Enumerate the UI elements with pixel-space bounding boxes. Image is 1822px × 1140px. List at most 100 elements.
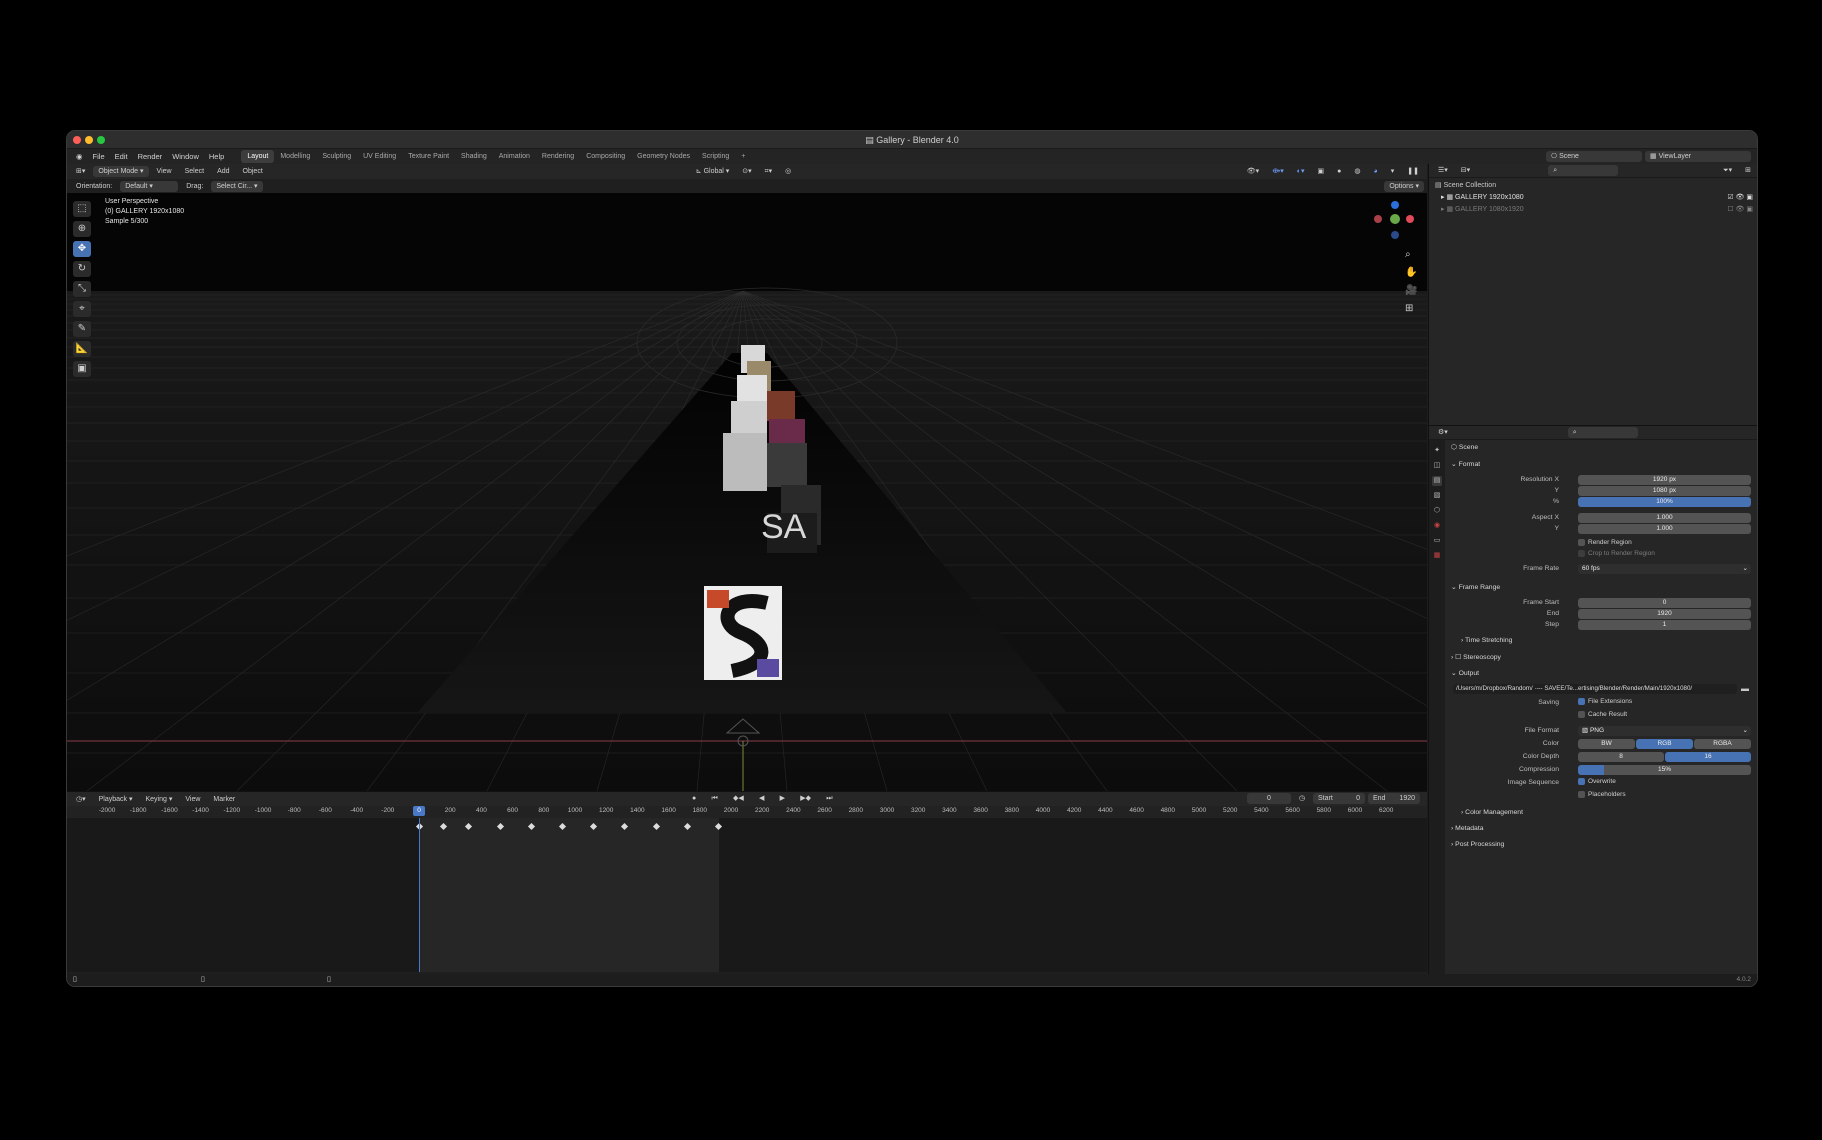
select-tool-icon[interactable]: ⬚ — [73, 201, 91, 217]
section-metadata[interactable]: › Metadata — [1451, 825, 1484, 832]
shading-material-icon[interactable]: ◍ — [1349, 166, 1365, 177]
add-workspace-icon[interactable]: + — [735, 150, 751, 163]
aspect-x-field[interactable]: 1.000 — [1578, 513, 1751, 523]
menu-add[interactable]: Add — [212, 166, 234, 177]
timeline-view-menu[interactable]: View — [180, 794, 205, 805]
world-tab-icon[interactable]: ◉ — [1432, 521, 1442, 531]
scene-tab-icon[interactable]: ⬡ — [1432, 506, 1442, 516]
section-frame-range[interactable]: ⌄ Frame Range — [1451, 583, 1500, 591]
section-format[interactable]: ⌄ Format — [1451, 460, 1480, 468]
output-tab-icon[interactable]: ▤ — [1432, 476, 1442, 486]
menu-window[interactable]: Window — [167, 149, 204, 164]
playhead[interactable] — [419, 818, 420, 972]
section-time-stretching[interactable]: › Time Stretching — [1461, 637, 1512, 644]
file-extensions-checkbox[interactable] — [1578, 698, 1585, 705]
jump-start-icon[interactable]: ⏮ — [706, 795, 722, 802]
properties-search-input[interactable]: ⌕ — [1567, 427, 1638, 438]
frame-rate-dropdown[interactable]: 60 fps ⌄ — [1578, 564, 1751, 574]
file-format-dropdown[interactable]: ▧ PNG ⌄ — [1578, 726, 1751, 736]
measure-tool-icon[interactable]: 📐 — [73, 341, 91, 357]
tab-layout[interactable]: Layout — [241, 150, 275, 163]
tab-rendering[interactable]: Rendering — [536, 150, 580, 163]
outliner-scene-collection[interactable]: ▤ Scene Collection — [1435, 180, 1753, 192]
resolution-x-field[interactable]: 1920 px — [1578, 475, 1751, 485]
tab-animation[interactable]: Animation — [493, 150, 536, 163]
snap-icon[interactable]: ⌗▾ — [760, 166, 777, 177]
pivot-icon[interactable]: ⊙▾ — [737, 166, 756, 177]
marker-menu[interactable]: Marker — [208, 794, 240, 805]
timeline-ruler[interactable]: -2000 -1800 -1600 -1400 -1200 -1000 -800 -600 -4… — [67, 806, 1427, 818]
xray-icon[interactable]: ▣ — [1313, 166, 1330, 177]
playback-menu[interactable]: Playback ▾ — [94, 794, 138, 805]
tab-scripting[interactable]: Scripting — [696, 150, 735, 163]
options-dropdown[interactable]: Options ▾ — [1384, 180, 1424, 192]
new-collection-icon[interactable]: ⊞ — [1740, 165, 1756, 176]
prev-keyframe-icon[interactable]: ◆◀ — [728, 795, 749, 802]
section-stereoscopy[interactable]: › ☐ Stereoscopy — [1451, 653, 1501, 661]
menu-render[interactable]: Render — [133, 149, 168, 164]
color-depth-8-button[interactable]: 8 — [1578, 752, 1664, 762]
section-post-processing[interactable]: › Post Processing — [1451, 841, 1504, 848]
color-rgba-button[interactable]: RGBA — [1694, 739, 1751, 749]
play-icon[interactable]: ▶ — [775, 795, 790, 802]
visibility-toggles-icon[interactable]: ☐ 👁 ▣ — [1727, 204, 1753, 216]
menu-file[interactable]: File — [88, 149, 110, 164]
proportional-edit-icon[interactable]: ◎ — [780, 166, 796, 177]
play-reverse-icon[interactable]: ◀ — [754, 795, 769, 802]
placeholders-checkbox[interactable] — [1578, 791, 1585, 798]
view-layer-selector[interactable]: ▦ ViewLayer — [1645, 151, 1751, 162]
end-frame-field[interactable]: End 1920 — [1368, 793, 1420, 804]
menu-edit[interactable]: Edit — [110, 149, 133, 164]
aspect-y-field[interactable]: 1.000 — [1578, 524, 1751, 534]
outliner-item[interactable]: ▸ ▦ GALLERY 1080x1920 ☐ 👁 ▣ — [1435, 204, 1753, 216]
current-frame-indicator[interactable]: 0 — [413, 806, 425, 816]
rotate-tool-icon[interactable]: ↻ — [73, 261, 91, 277]
outliner-item[interactable]: ▸ ▦ GALLERY 1920x1080 ☑ 👁 ▣ — [1435, 192, 1753, 204]
display-mode-icon[interactable]: ⊟▾ — [1456, 165, 1475, 176]
tab-modelling[interactable]: Modelling — [274, 150, 316, 163]
menu-object[interactable]: Object — [238, 166, 268, 177]
3d-viewport[interactable]: SA User Perspective (0) GALLERY 1920x108… — [67, 193, 1427, 791]
color-bw-button[interactable]: BW — [1578, 739, 1635, 749]
start-frame-field[interactable]: Start 0 — [1313, 793, 1365, 804]
pause-render-icon[interactable]: ❚❚ — [1402, 166, 1424, 177]
tab-shading[interactable]: Shading — [455, 150, 493, 163]
render-region-checkbox[interactable] — [1578, 539, 1585, 546]
clock-icon[interactable]: ◷ — [1294, 793, 1310, 804]
view-layer-tab-icon[interactable]: ▧ — [1432, 491, 1442, 501]
cache-result-checkbox[interactable] — [1578, 711, 1585, 718]
frame-start-field[interactable]: 0 — [1578, 598, 1751, 608]
resolution-y-field[interactable]: 1080 px — [1578, 486, 1751, 496]
section-output[interactable]: ⌄ Output — [1451, 669, 1479, 677]
add-cube-tool-icon[interactable]: ▣ — [73, 361, 91, 377]
transform-tool-icon[interactable]: ⌖ — [73, 301, 91, 317]
transform-orientation-dropdown[interactable]: ⊾ Global ▾ — [691, 166, 735, 177]
crop-region-checkbox[interactable] — [1578, 550, 1585, 557]
shading-rendered-icon[interactable]: ◕ — [1369, 166, 1383, 177]
filter-icon[interactable]: ⏷▾ — [1718, 165, 1737, 176]
timeline-editor-icon[interactable]: ◷▾ — [71, 794, 91, 805]
tab-sculpting[interactable]: Sculpting — [316, 150, 357, 163]
outliner-editor-icon[interactable]: ☰▾ — [1433, 165, 1453, 176]
gizmo-icon[interactable]: ⟴▾ — [1267, 166, 1289, 177]
collection-tab-icon[interactable]: ▭ — [1432, 536, 1442, 546]
render-tab-icon[interactable]: ◫ — [1432, 461, 1442, 471]
jump-end-icon[interactable]: ⏭ — [821, 795, 837, 802]
object-mode-dropdown[interactable]: Object Mode ▾ — [93, 166, 149, 177]
cursor-tool-icon[interactable]: ⊕ — [73, 221, 91, 237]
orientation-dropdown[interactable]: Default ▾ — [120, 180, 179, 192]
keying-menu[interactable]: Keying ▾ — [141, 794, 178, 805]
visibility-toggles-icon[interactable]: ☑ 👁 ▣ — [1727, 192, 1753, 204]
drag-dropdown[interactable]: Select Cir... ▾ — [211, 180, 263, 192]
texture-tab-icon[interactable]: ▦ — [1432, 551, 1442, 561]
color-rgb-button[interactable]: RGB — [1636, 739, 1693, 749]
next-keyframe-icon[interactable]: ▶◆ — [795, 795, 816, 802]
visibility-icon[interactable]: 👁▾ — [1242, 166, 1264, 177]
frame-step-field[interactable]: 1 — [1578, 620, 1751, 630]
annotate-tool-icon[interactable]: ✎ — [73, 321, 91, 337]
menu-select[interactable]: Select — [180, 166, 209, 177]
properties-editor-icon[interactable]: ⚙▾ — [1433, 427, 1453, 438]
scene-selector[interactable]: ⎔ Scene — [1546, 151, 1642, 162]
editor-type-icon[interactable]: ⊞▾ — [71, 166, 90, 177]
tool-tab-icon[interactable]: ✦ — [1432, 446, 1442, 456]
